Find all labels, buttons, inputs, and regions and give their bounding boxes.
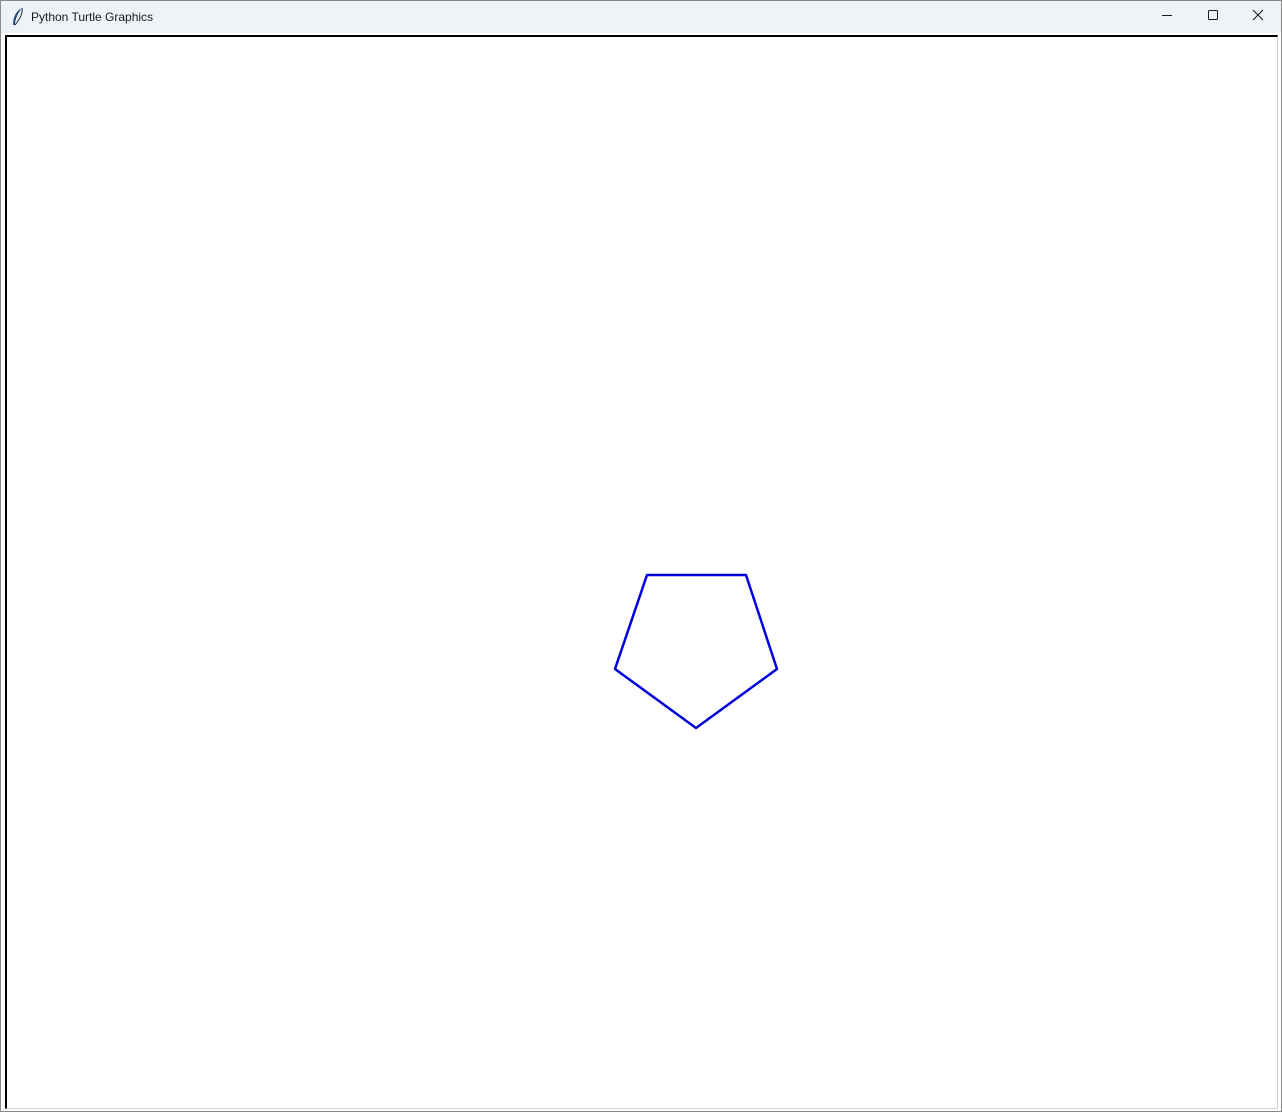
close-button[interactable] <box>1235 1 1281 33</box>
turtle-canvas-frame[interactable] <box>5 35 1278 1109</box>
minimize-icon <box>1161 8 1173 26</box>
window-title: Python Turtle Graphics <box>31 10 154 24</box>
maximize-button[interactable] <box>1190 1 1236 33</box>
pentagon-shape <box>613 573 779 730</box>
minimize-button[interactable] <box>1144 1 1190 33</box>
turtle-window: Python Turtle Graphics <box>0 0 1282 1112</box>
close-icon <box>1252 8 1264 26</box>
title-bar[interactable]: Python Turtle Graphics <box>1 1 1281 33</box>
feather-icon <box>10 7 26 27</box>
turtle-canvas[interactable] <box>7 37 1277 1108</box>
maximize-icon <box>1207 8 1219 26</box>
